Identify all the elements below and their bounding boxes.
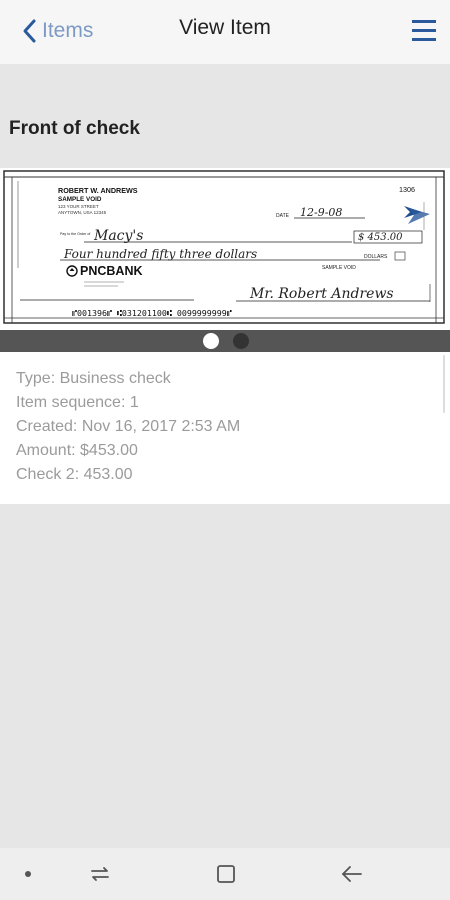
- check-date-value: 12-9-08: [300, 206, 342, 219]
- app-header: Items View Item: [0, 0, 450, 64]
- check-account-name: ROBERT W. ANDREWS: [58, 186, 138, 195]
- check-payto-label: Pay to the Order of: [60, 232, 90, 236]
- item-amount: Amount: $453.00: [16, 442, 138, 459]
- check-address-1: 123 YOUR STREET: [58, 204, 99, 209]
- item-created: Created: Nov 16, 2017 2:53 AM: [16, 418, 241, 435]
- system-nav-bar: [0, 848, 450, 900]
- carousel-indicator: [0, 330, 450, 352]
- check-number: 1306: [399, 185, 415, 194]
- scroll-indicator: [443, 355, 445, 413]
- item-check2: Check 2: 453.00: [16, 466, 133, 483]
- check-bank-name: PNCBANK: [80, 264, 143, 278]
- page-dot-2[interactable]: [233, 333, 249, 349]
- page-dot-1[interactable]: [203, 333, 219, 349]
- hamburger-menu-icon[interactable]: [412, 20, 436, 42]
- check-amount-words: Four hundred fifty three dollars: [63, 247, 257, 261]
- check-signature: Mr. Robert Andrews: [249, 286, 394, 302]
- item-details: Type: Business check Item sequence: 1 Cr…: [0, 352, 450, 504]
- check-scan: ROBERT W. ANDREWS SAMPLE VOID 123 YOUR S…: [3, 170, 445, 324]
- item-sequence: Item sequence: 1: [16, 394, 139, 411]
- home-icon[interactable]: [214, 862, 238, 886]
- recent-apps-icon[interactable]: [88, 862, 112, 886]
- dot-icon[interactable]: [22, 868, 34, 880]
- check-date-label: DATE: [276, 213, 290, 219]
- check-micr-line: ⑈001396⑈ ⑆031201100⑆ 0099999999⑈: [72, 308, 232, 318]
- item-type: Type: Business check: [16, 370, 171, 387]
- section-title: Front of check: [9, 118, 140, 139]
- check-amount-value: $ 453.00: [358, 232, 403, 243]
- page-title: View Item: [179, 16, 271, 39]
- check-image[interactable]: ROBERT W. ANDREWS SAMPLE VOID 123 YOUR S…: [0, 168, 450, 330]
- back-arrow-icon[interactable]: [340, 862, 364, 886]
- check-address-2: ANYTOWN, USA 12345: [58, 210, 107, 215]
- check-dollars-label: DOLLARS: [364, 254, 388, 260]
- check-void-label: SAMPLE VOID: [322, 265, 356, 271]
- check-account-sub: SAMPLE VOID: [58, 196, 102, 203]
